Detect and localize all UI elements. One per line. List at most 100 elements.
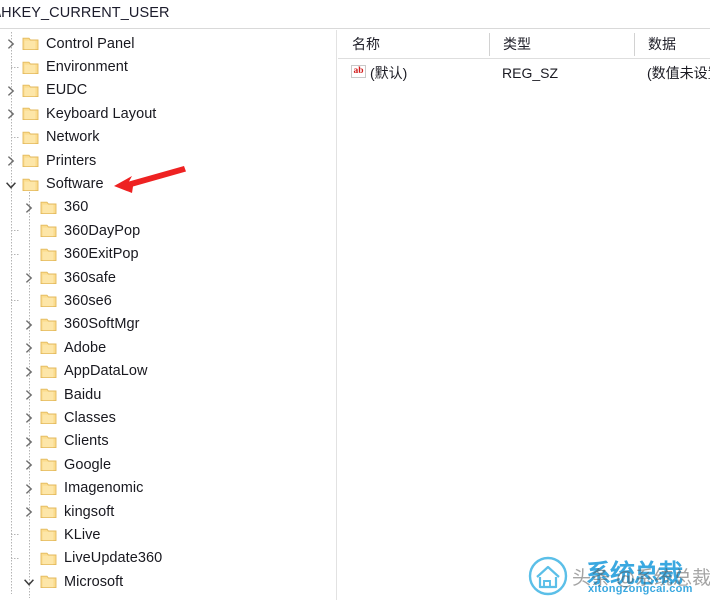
tree-item-control-panel[interactable]: Control Panel <box>0 32 320 55</box>
address-bar-path: \HKEY_CURRENT_USER <box>0 5 170 21</box>
tree-item-label: AppDataLow <box>64 363 148 380</box>
folder-icon <box>40 481 57 496</box>
tree-item-label: 360safe <box>64 269 116 286</box>
tree-item-eudc[interactable]: EUDC <box>0 79 320 102</box>
tree-item-360softmgr[interactable]: 360SoftMgr <box>0 313 320 336</box>
tree-item-kingsoft[interactable]: kingsoft <box>0 500 320 523</box>
folder-icon <box>40 223 57 238</box>
tree-item-label: Keyboard Layout <box>46 105 157 122</box>
tree-expander-collapsed-icon[interactable] <box>18 430 40 453</box>
tree-item-label: 360ExitPop <box>64 246 139 263</box>
tree-expander-collapsed-icon[interactable] <box>18 453 40 476</box>
value-name-cell[interactable]: ab (默认) <box>338 59 489 86</box>
tree-item-baidu[interactable]: Baidu <box>0 383 320 406</box>
tree-item-imagenomic[interactable]: Imagenomic <box>0 476 320 499</box>
tree-expander-collapsed-icon[interactable] <box>0 102 22 125</box>
folder-icon <box>40 574 57 589</box>
string-value-ab-icon: ab <box>351 65 366 78</box>
tree-expander-none <box>11 219 40 242</box>
folder-icon <box>40 527 57 542</box>
tree-item-liveupdate360[interactable]: LiveUpdate360 <box>0 547 320 570</box>
tree-item-360se6[interactable]: 360se6 <box>0 289 320 312</box>
tree-item-label: Clients <box>64 433 109 450</box>
tree-item-label: Network <box>46 129 100 146</box>
tree-item-label: Google <box>64 456 112 473</box>
folder-icon <box>40 457 57 472</box>
tree-item-network[interactable]: Network <box>0 126 320 149</box>
tree-expander-collapsed-icon[interactable] <box>18 383 40 406</box>
registry-key-tree: Control Panel Environment EUDC Keyboard Lay… <box>0 32 320 598</box>
tree-guide-stub <box>11 253 20 255</box>
folder-icon <box>40 410 57 425</box>
tree-expander-collapsed-icon[interactable] <box>18 196 40 219</box>
folder-icon <box>22 106 39 121</box>
tree-guide-stub <box>11 230 20 232</box>
tree-expander-expanded-icon[interactable] <box>18 570 40 593</box>
tree-expander-none <box>0 56 22 79</box>
folder-icon <box>40 504 57 519</box>
tree-item-keyboard-layout[interactable]: Keyboard Layout <box>0 102 320 125</box>
tree-expander-none <box>11 289 40 312</box>
tree-guide-stub <box>11 136 20 138</box>
folder-icon <box>40 200 57 215</box>
values-column-header[interactable]: 名称 <box>338 30 489 58</box>
tree-item-klive[interactable]: KLive <box>0 523 320 546</box>
value-name-text: (默认) <box>370 64 408 81</box>
tree-item-360daypop[interactable]: 360DayPop <box>0 219 320 242</box>
tree-item-google[interactable]: Google <box>0 453 320 476</box>
tree-expander-expanded-icon[interactable] <box>0 173 22 196</box>
folder-icon <box>22 153 39 168</box>
folder-icon <box>40 364 57 379</box>
folder-icon <box>40 551 57 566</box>
tree-item-label: Control Panel <box>46 35 135 52</box>
folder-icon <box>40 340 57 355</box>
tree-item-printers[interactable]: Printers <box>0 149 320 172</box>
tree-expander-collapsed-icon[interactable] <box>18 406 40 429</box>
folder-icon <box>22 36 39 51</box>
folder-icon <box>40 293 57 308</box>
value-data-cell[interactable]: (数值未设置 <box>634 59 710 86</box>
tree-item-label: 360 <box>64 199 89 216</box>
tree-item-label: kingsoft <box>64 503 115 520</box>
values-column-header[interactable]: 数据 <box>634 30 710 58</box>
values-column-divider[interactable] <box>634 33 635 56</box>
folder-icon <box>40 270 57 285</box>
values-column-header-row: 名称 类型 数据 <box>338 30 710 59</box>
registry-editor-window: \HKEY_CURRENT_USER Control Panel Environm… <box>0 0 710 600</box>
tree-item-adobe[interactable]: Adobe <box>0 336 320 359</box>
registry-values-pane[interactable]: 名称类型数据 ab (默认) REG_SZ(数值未设置 <box>338 30 710 600</box>
tree-item-label: 360DayPop <box>64 222 141 239</box>
folder-icon <box>22 130 39 145</box>
tree-item-360safe[interactable]: 360safe <box>0 266 320 289</box>
tree-item-appdatalow[interactable]: AppDataLow <box>0 359 320 382</box>
tree-expander-collapsed-icon[interactable] <box>0 79 22 102</box>
tree-item-360exitpop[interactable]: 360ExitPop <box>0 243 320 266</box>
address-bar[interactable]: \HKEY_CURRENT_USER <box>0 0 710 29</box>
tree-item-label: Classes <box>64 409 116 426</box>
tree-guide-stub <box>11 300 20 302</box>
tree-expander-collapsed-icon[interactable] <box>18 266 40 289</box>
folder-icon <box>22 60 39 75</box>
tree-expander-collapsed-icon[interactable] <box>18 500 40 523</box>
registry-key-tree-pane[interactable]: Control Panel Environment EUDC Keyboard Lay… <box>0 30 337 600</box>
value-type-cell[interactable]: REG_SZ <box>489 59 634 86</box>
tree-expander-collapsed-icon[interactable] <box>18 336 40 359</box>
tree-expander-collapsed-icon[interactable] <box>0 32 22 55</box>
tree-item-label: 360SoftMgr <box>64 316 140 333</box>
tree-item-microsoft[interactable]: Microsoft <box>0 570 320 593</box>
values-table-row[interactable]: ab (默认) REG_SZ(数值未设置 <box>338 59 710 86</box>
values-column-divider[interactable] <box>489 33 490 56</box>
tree-item-software[interactable]: Software <box>0 172 320 195</box>
tree-expander-collapsed-icon[interactable] <box>0 149 22 172</box>
tree-item-environment[interactable]: Environment <box>0 55 320 78</box>
tree-item-label: Baidu <box>64 386 102 403</box>
values-column-header[interactable]: 类型 <box>489 30 634 58</box>
tree-expander-collapsed-icon[interactable] <box>18 360 40 383</box>
tree-item-clients[interactable]: Clients <box>0 430 320 453</box>
tree-item-360[interactable]: 360 <box>0 196 320 219</box>
tree-guide-stub <box>11 557 20 559</box>
folder-icon <box>40 247 57 262</box>
tree-expander-collapsed-icon[interactable] <box>18 477 40 500</box>
tree-item-classes[interactable]: Classes <box>0 406 320 429</box>
tree-expander-collapsed-icon[interactable] <box>18 313 40 336</box>
